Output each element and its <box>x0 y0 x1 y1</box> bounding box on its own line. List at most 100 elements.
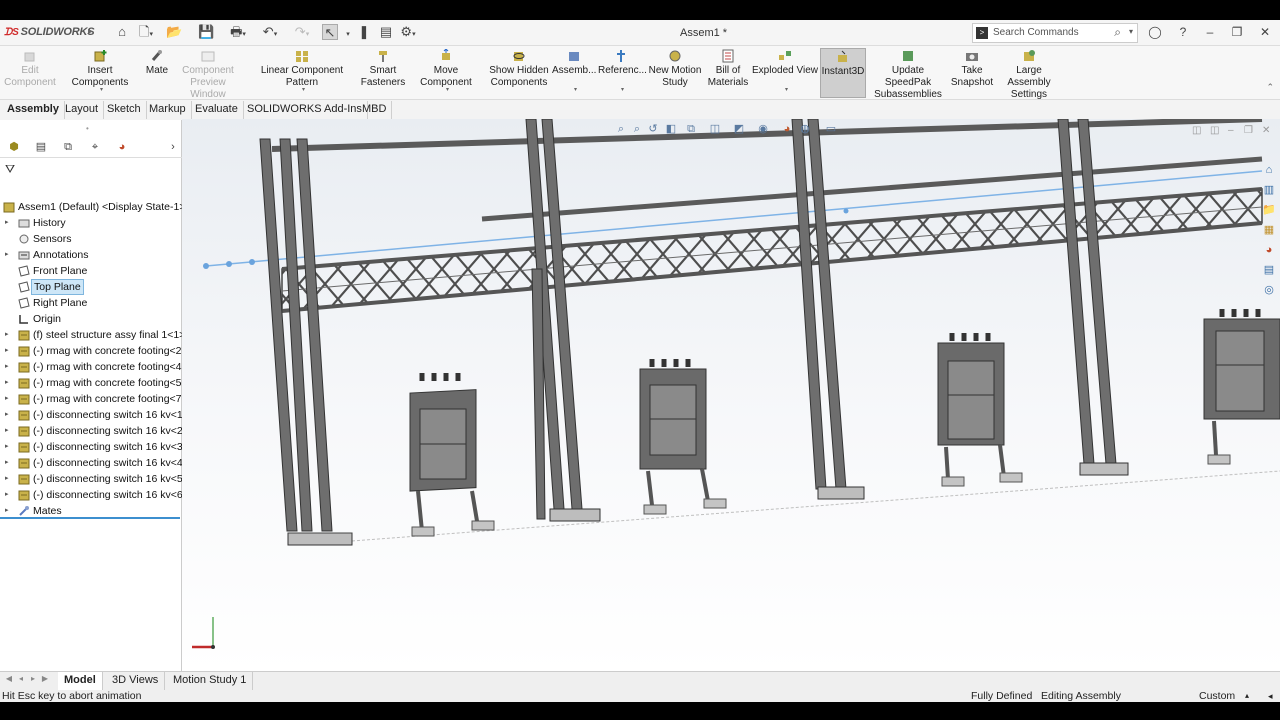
tree-item[interactable]: ▸ (-) rmag with concrete footing<7 <box>0 391 182 407</box>
tree-item[interactable]: ▸ (-) rmag with concrete footing<2 <box>0 343 182 359</box>
apply-scene-icon[interactable]: ◍ <box>798 122 812 136</box>
solidworks-forum-icon[interactable]: ◎ <box>1262 283 1276 297</box>
expand-arrow-icon[interactable]: ▸ <box>5 391 9 407</box>
edit-component-button[interactable]: Edit Component <box>4 48 56 98</box>
dynamic-annotation-icon[interactable]: ⧉ <box>684 122 698 136</box>
tab-model[interactable]: Model <box>58 672 103 690</box>
assembly-model-view[interactable] <box>182 119 1280 672</box>
configurationmanager-tab-icon[interactable]: ⧉ <box>60 139 76 155</box>
solidworks-resources-icon[interactable]: ⌂ <box>1262 163 1276 177</box>
custom-properties-icon[interactable]: ▤ <box>1262 263 1276 277</box>
linear-component-pattern-button[interactable]: Linear Component Pattern ▾ <box>246 48 358 98</box>
tree-item[interactable]: ▸ (-) rmag with concrete footing<5 <box>0 375 182 391</box>
tab-3d-views[interactable]: 3D Views <box>106 672 166 690</box>
exploded-view-button[interactable]: Exploded View ▾ <box>752 48 818 98</box>
tree-item[interactable]: ▸ (-) disconnecting switch 16 kv<6> <box>0 487 189 503</box>
show-hidden-components-button[interactable]: Show Hidden Components <box>488 48 550 98</box>
rebuild-icon[interactable]: ❚ <box>356 24 372 40</box>
large-assembly-settings-button[interactable]: Large Assembly Settings <box>996 48 1062 100</box>
select-icon[interactable]: ↖ <box>322 24 338 40</box>
previous-view-icon[interactable]: ↺ <box>646 122 660 136</box>
graphics-area[interactable]: ⌕ ⌕ ↺ ◧ ⧉ ◫ ◩ ◉ ◕ ◍ ▭ ◫ ◫ – ❐ ✕ ⌂ ▥ 📁 ▦ … <box>182 119 1280 672</box>
expand-arrow-icon[interactable]: ▸ <box>5 487 9 503</box>
tab-assembly[interactable]: Assembly <box>2 101 65 119</box>
component-preview-window-button[interactable]: Component Preview Window <box>172 48 244 100</box>
tab-evaluate[interactable]: Evaluate <box>190 101 244 119</box>
tree-item[interactable]: Front Plane <box>0 263 182 279</box>
tree-item[interactable]: Sensors <box>0 231 182 247</box>
first-tab-icon[interactable]: ◀ <box>4 674 14 686</box>
tree-item[interactable]: ▸ (-) disconnecting switch 16 kv<5> <box>0 471 189 487</box>
expand-arrow-icon[interactable]: ▸ <box>5 423 9 439</box>
instant3d-button[interactable]: Instant3D <box>820 48 866 98</box>
restore-icon[interactable]: ❐ <box>1230 25 1244 39</box>
expand-arrow-icon[interactable]: ▸ <box>5 407 9 423</box>
tab-mbd[interactable]: MBD <box>357 101 393 119</box>
expand-arrow-icon[interactable]: ▸ <box>5 455 9 471</box>
collapse-ribbon-icon[interactable]: ⌃ <box>1266 82 1274 93</box>
zoom-to-area-icon[interactable]: ⌕ <box>630 122 644 136</box>
insert-components-button[interactable]: Insert Components ▾ <box>58 48 142 98</box>
display-style-icon[interactable]: ◩ <box>732 122 746 136</box>
take-snapshot-button[interactable]: Take Snapshot <box>950 48 994 98</box>
update-speedpak-button[interactable]: Update SpeedPak Subassemblies <box>868 48 948 100</box>
tab-sketch[interactable]: Sketch <box>102 101 147 119</box>
dimxpert-tab-icon[interactable]: ⌖ <box>87 139 103 155</box>
tree-item[interactable]: ▸ (-) disconnecting switch 16 kv<2> <box>0 423 189 439</box>
tree-item[interactable]: ▸ History <box>0 215 182 231</box>
view-settings-icon[interactable]: ▭ <box>824 122 838 136</box>
mate-button[interactable]: Mate <box>144 48 170 98</box>
redo-icon[interactable]: ↷▾ <box>294 24 310 40</box>
tree-item[interactable]: ▸ (f) steel structure assy final 1<1> <box>0 327 185 343</box>
expand-tabs-icon[interactable]: › <box>165 139 181 155</box>
expand-arrow-icon[interactable]: ▸ <box>5 359 9 375</box>
reference-geometry-button[interactable]: Referenc... ▾ <box>598 48 647 98</box>
select-dropdown-icon[interactable]: ▾ <box>340 24 356 40</box>
expand-arrow-icon[interactable]: ▸ <box>5 375 9 391</box>
tree-item[interactable]: Origin <box>0 311 182 327</box>
tab-layout[interactable]: Layout <box>60 101 105 119</box>
tab-motion-study-1[interactable]: Motion Study 1 <box>167 672 254 690</box>
save-icon[interactable]: 💾▾ <box>198 24 214 54</box>
tree-item[interactable]: ▸ Annotations <box>0 247 182 263</box>
undo-icon[interactable]: ↶▾ <box>262 24 278 40</box>
hide-show-items-icon[interactable]: ◉ <box>756 122 770 136</box>
prev-tab-icon[interactable]: ◂ <box>16 674 26 686</box>
appearances-icon[interactable]: ◕ <box>1262 243 1276 257</box>
open-icon[interactable]: 📂▾ <box>166 24 182 54</box>
units-dropdown-icon[interactable]: ▴ <box>1245 690 1249 702</box>
search-icon[interactable]: ⌕ <box>1114 25 1121 40</box>
tree-root-assembly[interactable]: Assem1 (Default) <Display State-1> <box>0 199 186 215</box>
smart-fasteners-button[interactable]: Smart Fasteners <box>360 48 406 98</box>
menu-expand-icon[interactable]: ▸ <box>88 26 93 37</box>
status-more-icon[interactable]: ◂ <box>1268 690 1273 702</box>
expand-arrow-icon[interactable]: ▸ <box>5 215 9 231</box>
featuremanager-tab-icon[interactable]: ⬢ <box>6 139 22 155</box>
units-selector[interactable]: Custom <box>1199 690 1235 702</box>
tree-item[interactable]: ▸ (-) rmag with concrete footing<4 <box>0 359 182 375</box>
tab-markup[interactable]: Markup <box>144 101 192 119</box>
next-tab-icon[interactable]: ▸ <box>28 674 38 686</box>
expand-arrow-icon[interactable]: ▸ <box>5 439 9 455</box>
file-properties-icon[interactable]: ▤ <box>378 24 394 40</box>
tree-item[interactable]: ▸ (-) disconnecting switch 16 kv<3> <box>0 439 189 455</box>
propertymanager-tab-icon[interactable]: ▤ <box>33 139 49 155</box>
new-document-icon[interactable]: 🗋▾ <box>138 24 154 40</box>
section-view-icon[interactable]: ◧ <box>664 122 678 136</box>
print-icon[interactable]: 🖶▾ <box>230 24 246 40</box>
options-gear-icon[interactable]: ⚙▾ <box>400 24 416 40</box>
design-library-icon[interactable]: ▥ <box>1262 183 1276 197</box>
new-motion-study-button[interactable]: New Motion Study <box>646 48 704 98</box>
app-logo[interactable]: ᗪS SOLIDWORKS <box>4 26 95 38</box>
viewport-tile-icon[interactable]: ◫ <box>1192 125 1201 136</box>
panel-grip-icon[interactable]: • <box>86 124 89 133</box>
tree-item[interactable]: ▸ (-) disconnecting switch 16 kv<1> <box>0 407 189 423</box>
view-palette-icon[interactable]: ▦ <box>1262 223 1276 237</box>
expand-arrow-icon[interactable]: ▸ <box>5 471 9 487</box>
view-orientation-icon[interactable]: ◫ <box>708 122 722 136</box>
tree-item[interactable]: Right Plane <box>0 295 182 311</box>
expand-arrow-icon[interactable]: ▸ <box>5 247 9 263</box>
viewport-tile2-icon[interactable]: ◫ <box>1210 125 1219 136</box>
expand-arrow-icon[interactable]: ▸ <box>5 343 9 359</box>
tree-item[interactable]: ▸ (-) disconnecting switch 16 kv<4> <box>0 455 189 471</box>
